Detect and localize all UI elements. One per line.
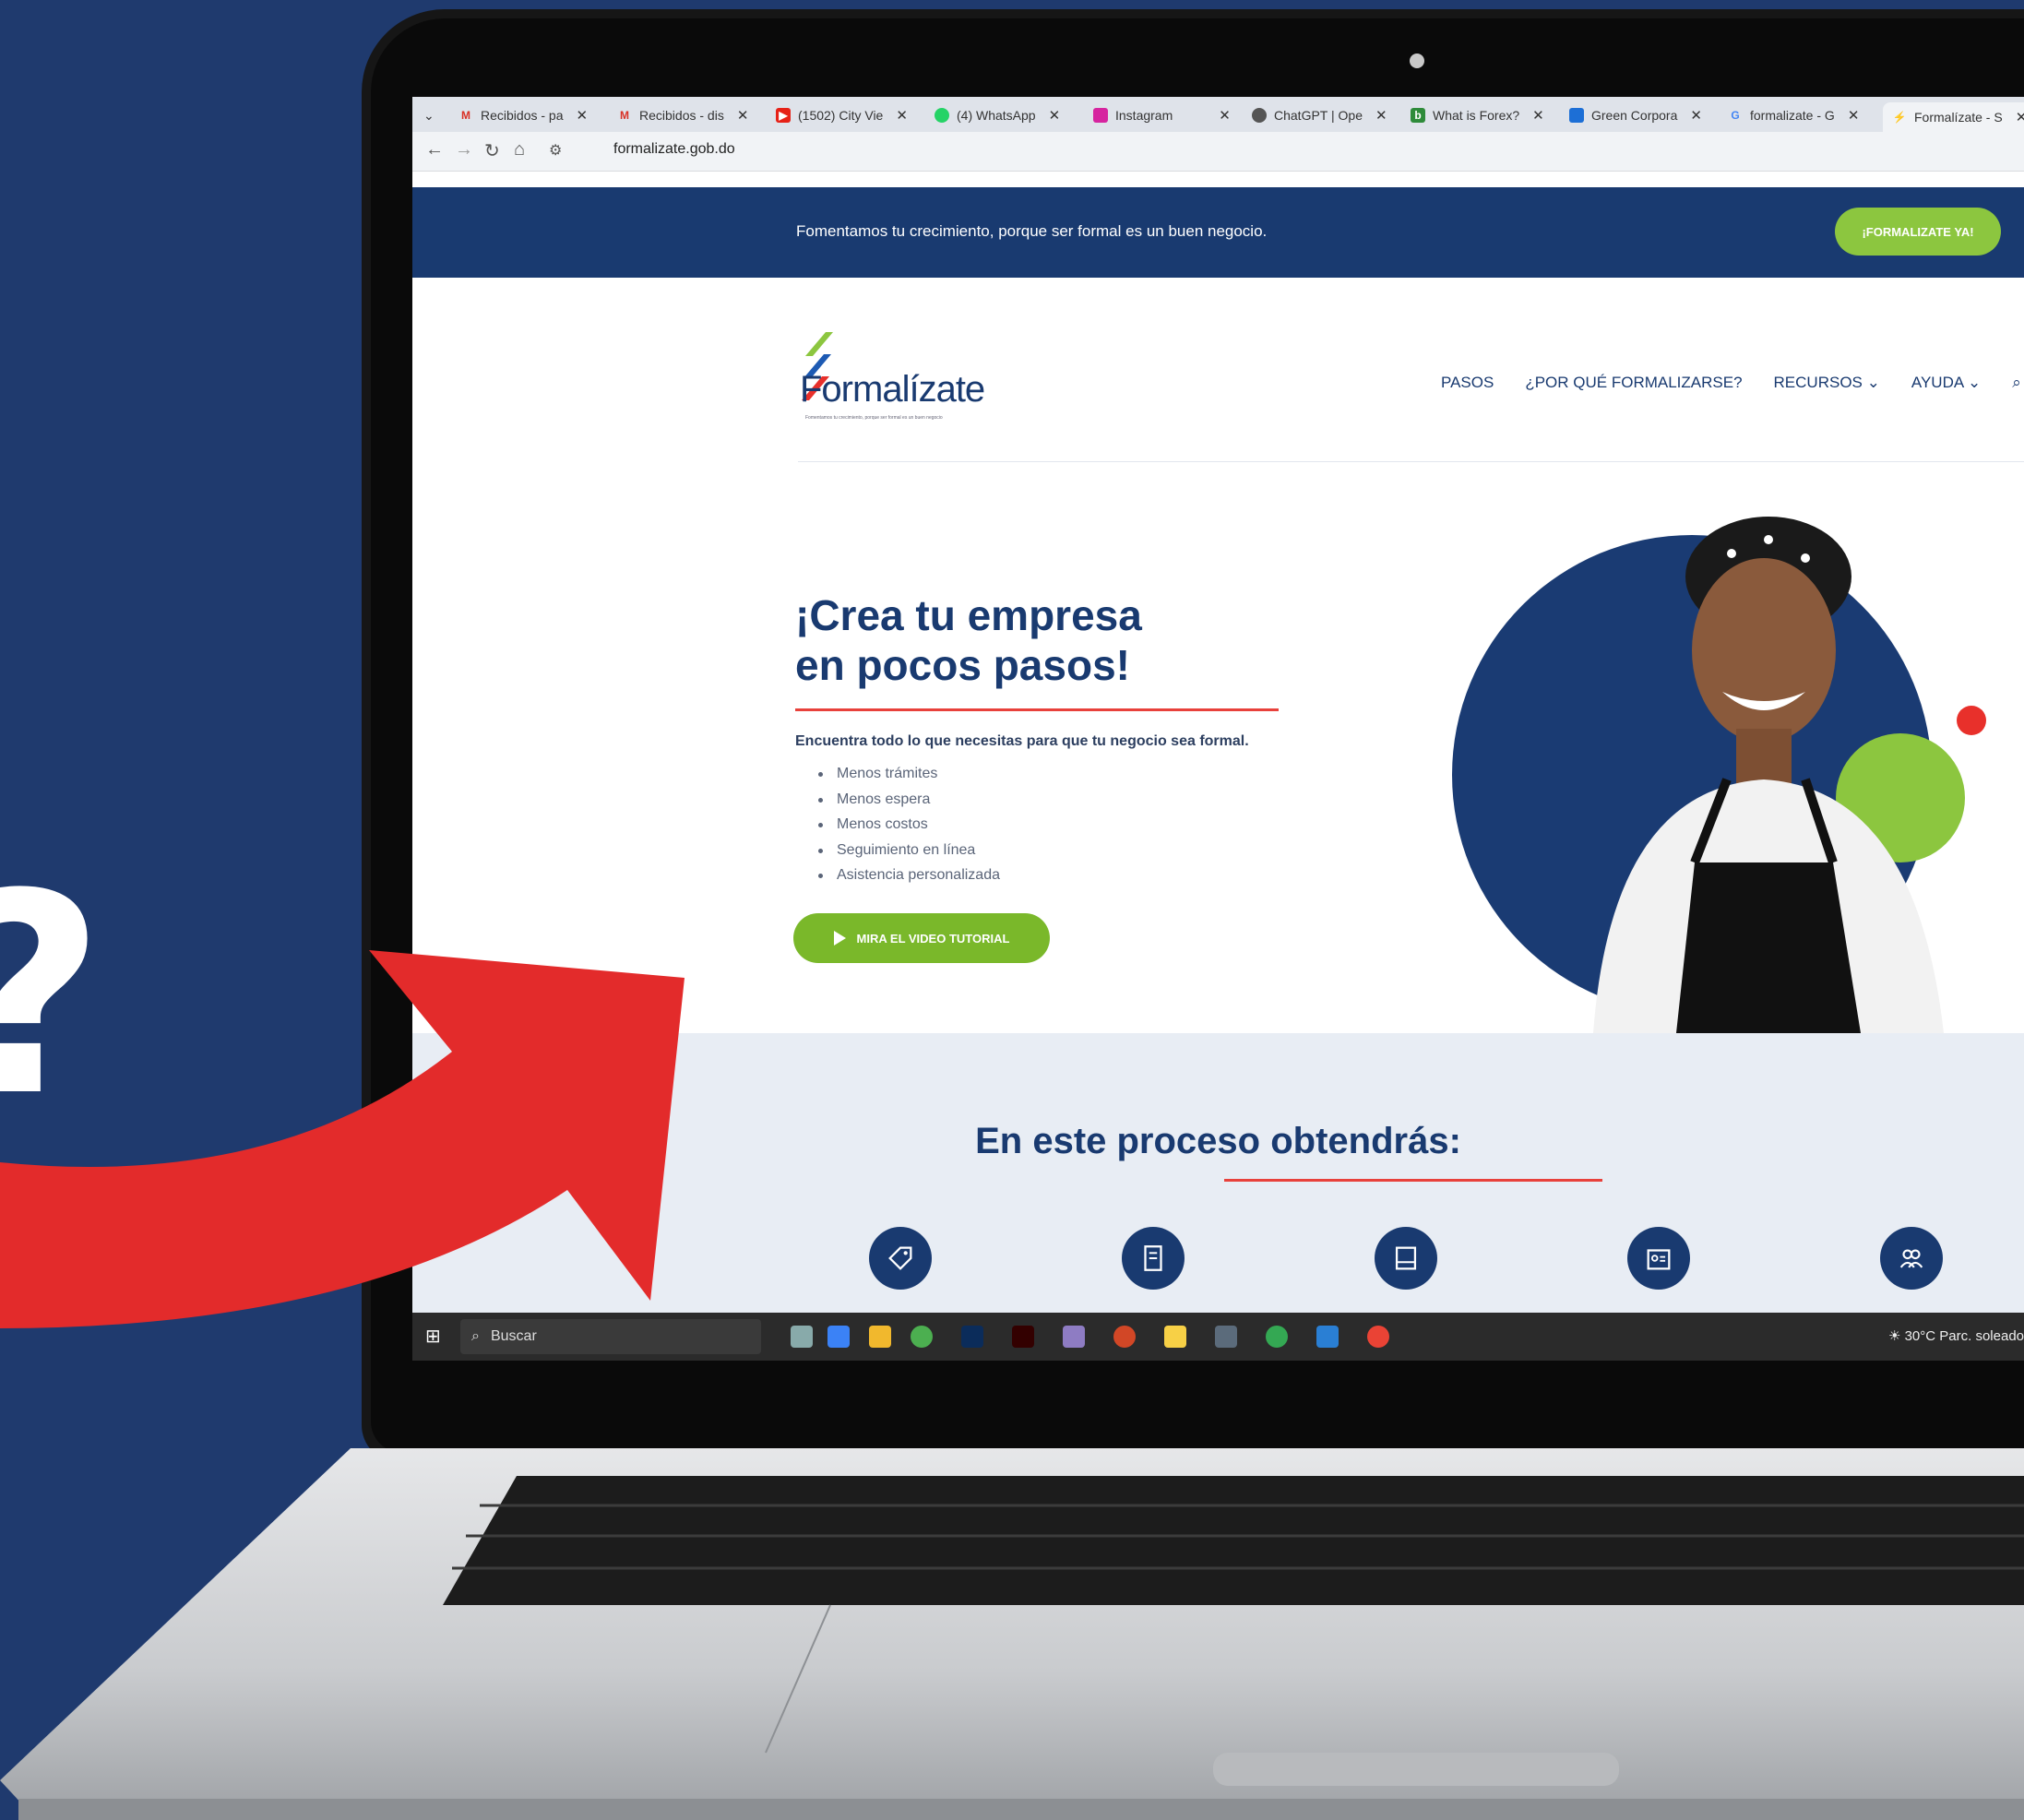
hero-subtitle: Encuentra todo lo que necesitas para que… — [795, 733, 1249, 749]
close-tab-icon[interactable]: ✕ — [1219, 107, 1231, 124]
browser-tab[interactable]: ▶ (1502) City Vie ✕ — [776, 102, 908, 128]
task-view-icon[interactable] — [791, 1326, 813, 1348]
video-tutorial-button[interactable]: MIRA EL VIDEO TUTORIAL — [793, 913, 1050, 963]
users-icon — [1880, 1227, 1943, 1290]
browser-tab-active[interactable]: ⚡ Formalízate - S ✕ — [1883, 102, 2024, 132]
close-tab-icon[interactable]: ✕ — [1532, 107, 1544, 124]
browser-tab[interactable]: (4) WhatsApp ✕ — [935, 102, 1060, 128]
photos-icon[interactable] — [1316, 1326, 1339, 1348]
browser-tab[interactable]: M Recibidos - pa ✕ — [458, 102, 588, 128]
google-icon: G — [1731, 109, 1740, 122]
main-nav: PASOS ¿POR QUÉ FORMALIZARSE? RECURSOS ⌄ … — [1441, 374, 2021, 399]
red-arrow-pointer — [0, 950, 685, 1328]
chevron-down-icon: ⌄ — [1866, 374, 1880, 391]
list-item: Menos espera — [818, 787, 1000, 813]
chrome-icon[interactable] — [1367, 1326, 1389, 1348]
play-icon — [833, 931, 846, 946]
site-logo[interactable]: Formalízate Fomentamos tu crecimiento, p… — [798, 332, 992, 424]
close-tab-icon[interactable]: ✕ — [737, 107, 749, 124]
topbar-message: Fomentamos tu crecimiento, porque ser fo… — [796, 222, 1268, 240]
chatgpt-icon — [1252, 108, 1267, 123]
hero-divider — [795, 708, 1279, 711]
chat-icon — [1569, 108, 1584, 123]
copilot-icon[interactable] — [827, 1326, 850, 1348]
file-explorer-icon[interactable] — [869, 1326, 891, 1348]
url-field[interactable]: formalizate.gob.do — [613, 141, 735, 158]
powerpoint-icon[interactable] — [1113, 1326, 1136, 1348]
hero-title: ¡Crea tu empresa en pocos pasos! — [795, 591, 1142, 689]
list-item: Menos costos — [818, 812, 1000, 838]
nav-por-que[interactable]: ¿POR QUÉ FORMALIZARSE? — [1525, 374, 1742, 399]
logo-text: Formalízate — [800, 369, 985, 410]
close-tab-icon[interactable]: ✕ — [2016, 109, 2024, 125]
calculator-icon[interactable] — [1215, 1326, 1237, 1348]
formalizate-icon: ⚡ — [1892, 111, 1907, 124]
logo-tagline: Fomentamos tu crecimiento, porque ser fo… — [805, 415, 943, 421]
webcam — [1410, 54, 1424, 68]
hero-woman-photo — [1593, 517, 1944, 1033]
illustrator-icon[interactable] — [1012, 1326, 1034, 1348]
browser-address-bar: ← → ↻ ⌂ ⚙ formalizate.gob.do — [412, 132, 2024, 172]
browser-tab[interactable]: M Recibidos - dis ✕ — [617, 102, 748, 128]
nav-ayuda[interactable]: AYUDA ⌄ — [1911, 374, 1981, 399]
gmail-icon: M — [620, 109, 629, 122]
close-tab-icon[interactable]: ✕ — [1690, 107, 1702, 124]
youtube-icon: ▶ — [776, 108, 791, 123]
whatsapp-icon — [935, 108, 949, 123]
tag-icon — [869, 1227, 932, 1290]
document-icon — [1122, 1227, 1185, 1290]
list-item: Asistencia personalizada — [818, 862, 1000, 888]
paint-icon[interactable] — [1063, 1326, 1085, 1348]
photoshop-icon[interactable] — [961, 1326, 983, 1348]
site-topbar: Fomentamos tu crecimiento, porque ser fo… — [412, 187, 2024, 278]
back-icon[interactable]: ← — [425, 139, 444, 161]
chevron-down-icon: ⌄ — [1967, 374, 1982, 391]
list-item: Menos trámites — [818, 761, 1000, 787]
weather-icon: ☀ — [1887, 1328, 1905, 1344]
close-tab-icon[interactable]: ✕ — [1848, 107, 1860, 124]
laptop-keyboard-base — [0, 1448, 2024, 1820]
browser-tab[interactable]: Gformalizate - G ✕ — [1728, 102, 1859, 128]
forex-icon: b — [1411, 108, 1425, 123]
chrome-icon[interactable] — [911, 1326, 933, 1348]
instagram-icon — [1093, 108, 1108, 123]
formalizate-ya-button[interactable]: ¡FORMALIZATE YA! — [1835, 208, 2001, 256]
sticky-notes-icon[interactable] — [1164, 1326, 1186, 1348]
search-icon[interactable]: ⌕ — [2012, 374, 2021, 399]
site-settings-icon[interactable]: ⚙ — [549, 141, 562, 160]
list-item: Seguimiento en línea — [818, 838, 1000, 863]
close-tab-icon[interactable]: ✕ — [1375, 107, 1387, 124]
browser-tab[interactable]: Instagram ✕ — [1093, 102, 1231, 128]
nav-recursos[interactable]: RECURSOS ⌄ — [1774, 374, 1880, 399]
chrome-icon[interactable] — [1266, 1326, 1288, 1348]
book-icon — [1375, 1227, 1437, 1290]
browser-tab[interactable]: b What is Forex? ✕ — [1411, 102, 1544, 128]
gmail-icon: M — [461, 109, 470, 122]
tab-list-button[interactable]: ⌄ — [423, 102, 435, 128]
browser-tab-bar: ⌄ M Recibidos - pa ✕ M Recibidos - dis ✕ ▶ (1… — [412, 97, 2024, 132]
browser-tab[interactable]: Green Corpora ✕ — [1569, 102, 1702, 128]
close-tab-icon[interactable]: ✕ — [1049, 107, 1061, 124]
browser-tab[interactable]: ChatGPT | Ope ✕ — [1252, 102, 1387, 128]
id-card-icon — [1627, 1227, 1690, 1290]
home-icon[interactable]: ⌂ — [514, 139, 525, 161]
close-tab-icon[interactable]: ✕ — [896, 107, 908, 124]
reload-icon[interactable]: ↻ — [484, 139, 500, 162]
weather-widget[interactable]: ☀ 30°C Parc. soleado — [1888, 1327, 2024, 1344]
benefits-list: Menos trámites Menos espera Menos costos… — [818, 761, 1000, 888]
forward-icon[interactable]: → — [455, 139, 473, 161]
close-tab-icon[interactable]: ✕ — [577, 107, 589, 124]
process-divider — [1224, 1179, 1602, 1182]
nav-pasos[interactable]: PASOS — [1441, 374, 1494, 399]
header-divider — [798, 461, 2024, 462]
